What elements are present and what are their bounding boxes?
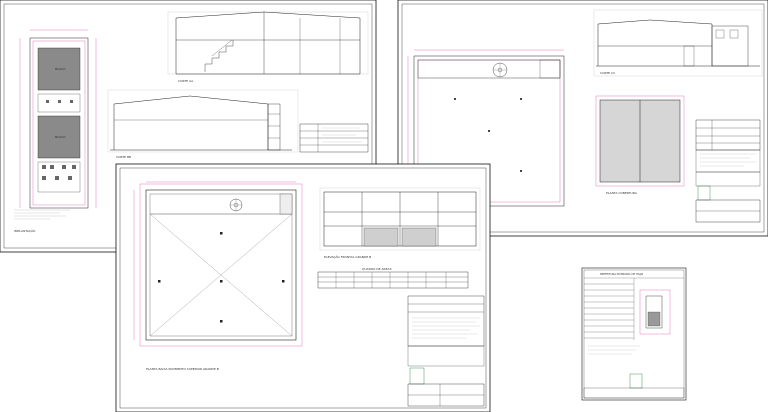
drawing-canvas: BLOCO BLOCO IMPLANTAÇÃO CORTE AA CORTE B… (0, 0, 768, 412)
section-aa-label: CORTE AA (178, 79, 194, 83)
section-bb-label: CORTE BB (116, 155, 131, 159)
sheet-3: PLANTA BAIXA PAVIMENTO SUPERIOR GRANDE B… (115, 163, 491, 412)
block-a-label: BLOCO (55, 67, 66, 71)
site-plan-label: IMPLANTAÇÃO (14, 228, 36, 233)
upper-floor-plan-label: PLANTA BAIXA PAVIMENTO SUPERIOR GRANDE B (146, 367, 219, 371)
block-b-label: BLOCO (55, 135, 66, 139)
cover-plan: PLANTA COBERTURA (595, 95, 685, 195)
section-cc-label: CORTE CC (600, 71, 615, 75)
cad-drawing: BLOCO BLOCO IMPLANTAÇÃO CORTE AA CORTE B… (0, 0, 768, 412)
cover-plan-label: PLANTA COBERTURA (606, 191, 638, 195)
front-facade-label: ELEVAÇÃO FRONTAL GRANDE B (324, 254, 371, 259)
sheet-4: PREFEITURA MUNICIPAL DE ITAJAÍ (581, 267, 687, 401)
area-table-title: QUADRO DE ÁREAS (362, 266, 392, 271)
